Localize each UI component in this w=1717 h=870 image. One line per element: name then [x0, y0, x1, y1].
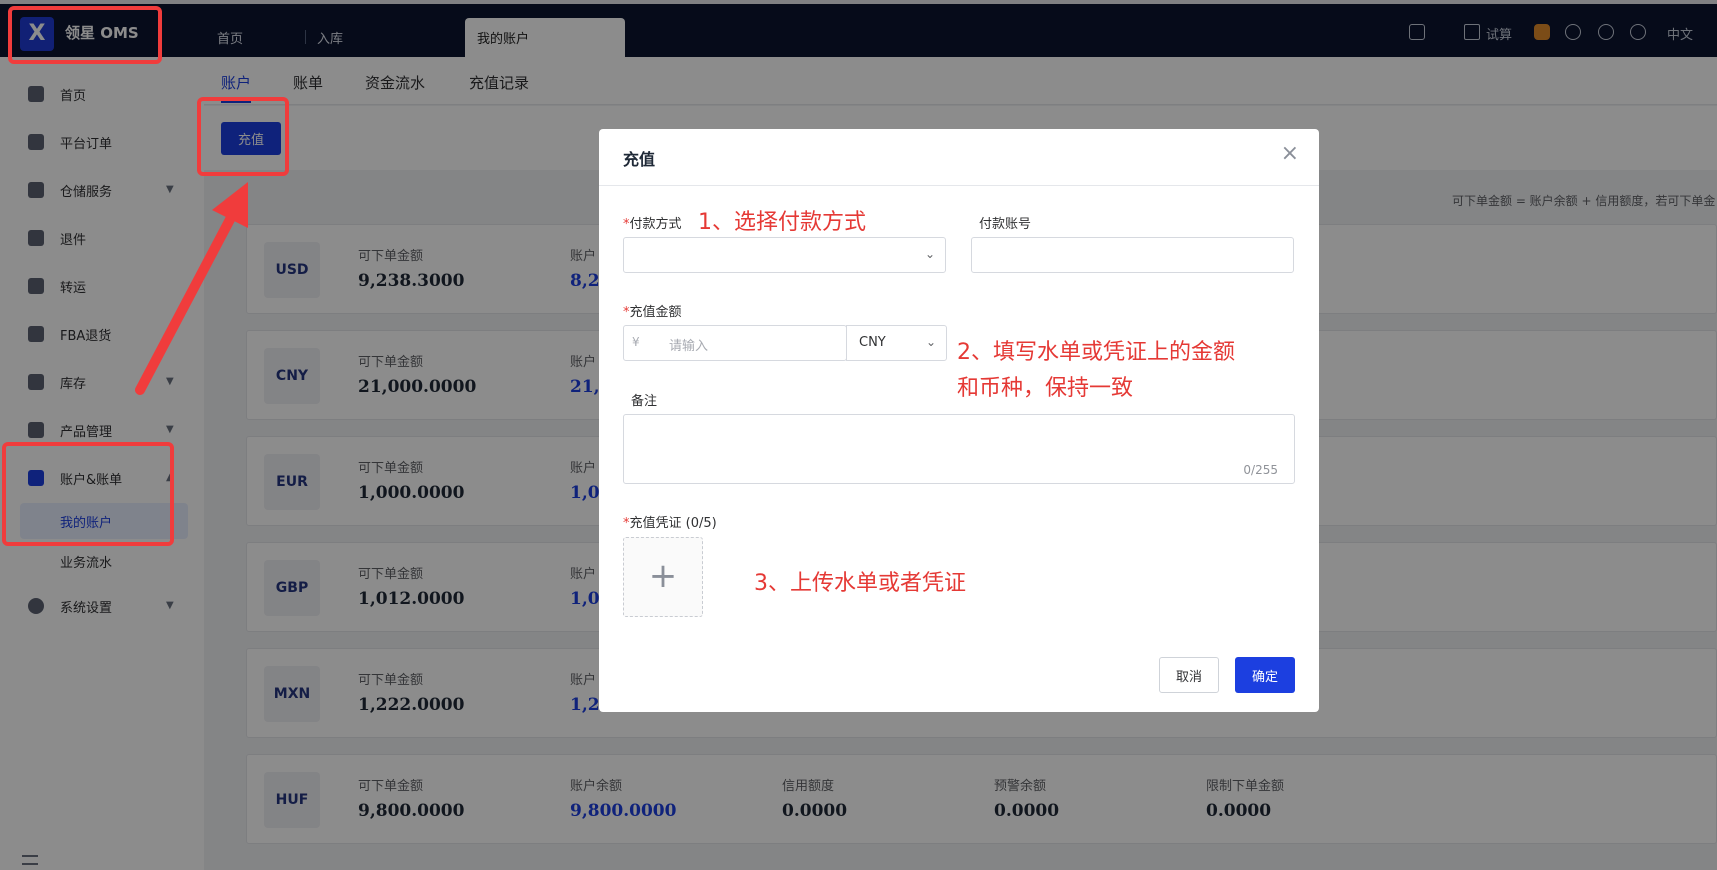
arrow-shaft — [135, 205, 240, 395]
arrow-annotation — [135, 182, 248, 395]
